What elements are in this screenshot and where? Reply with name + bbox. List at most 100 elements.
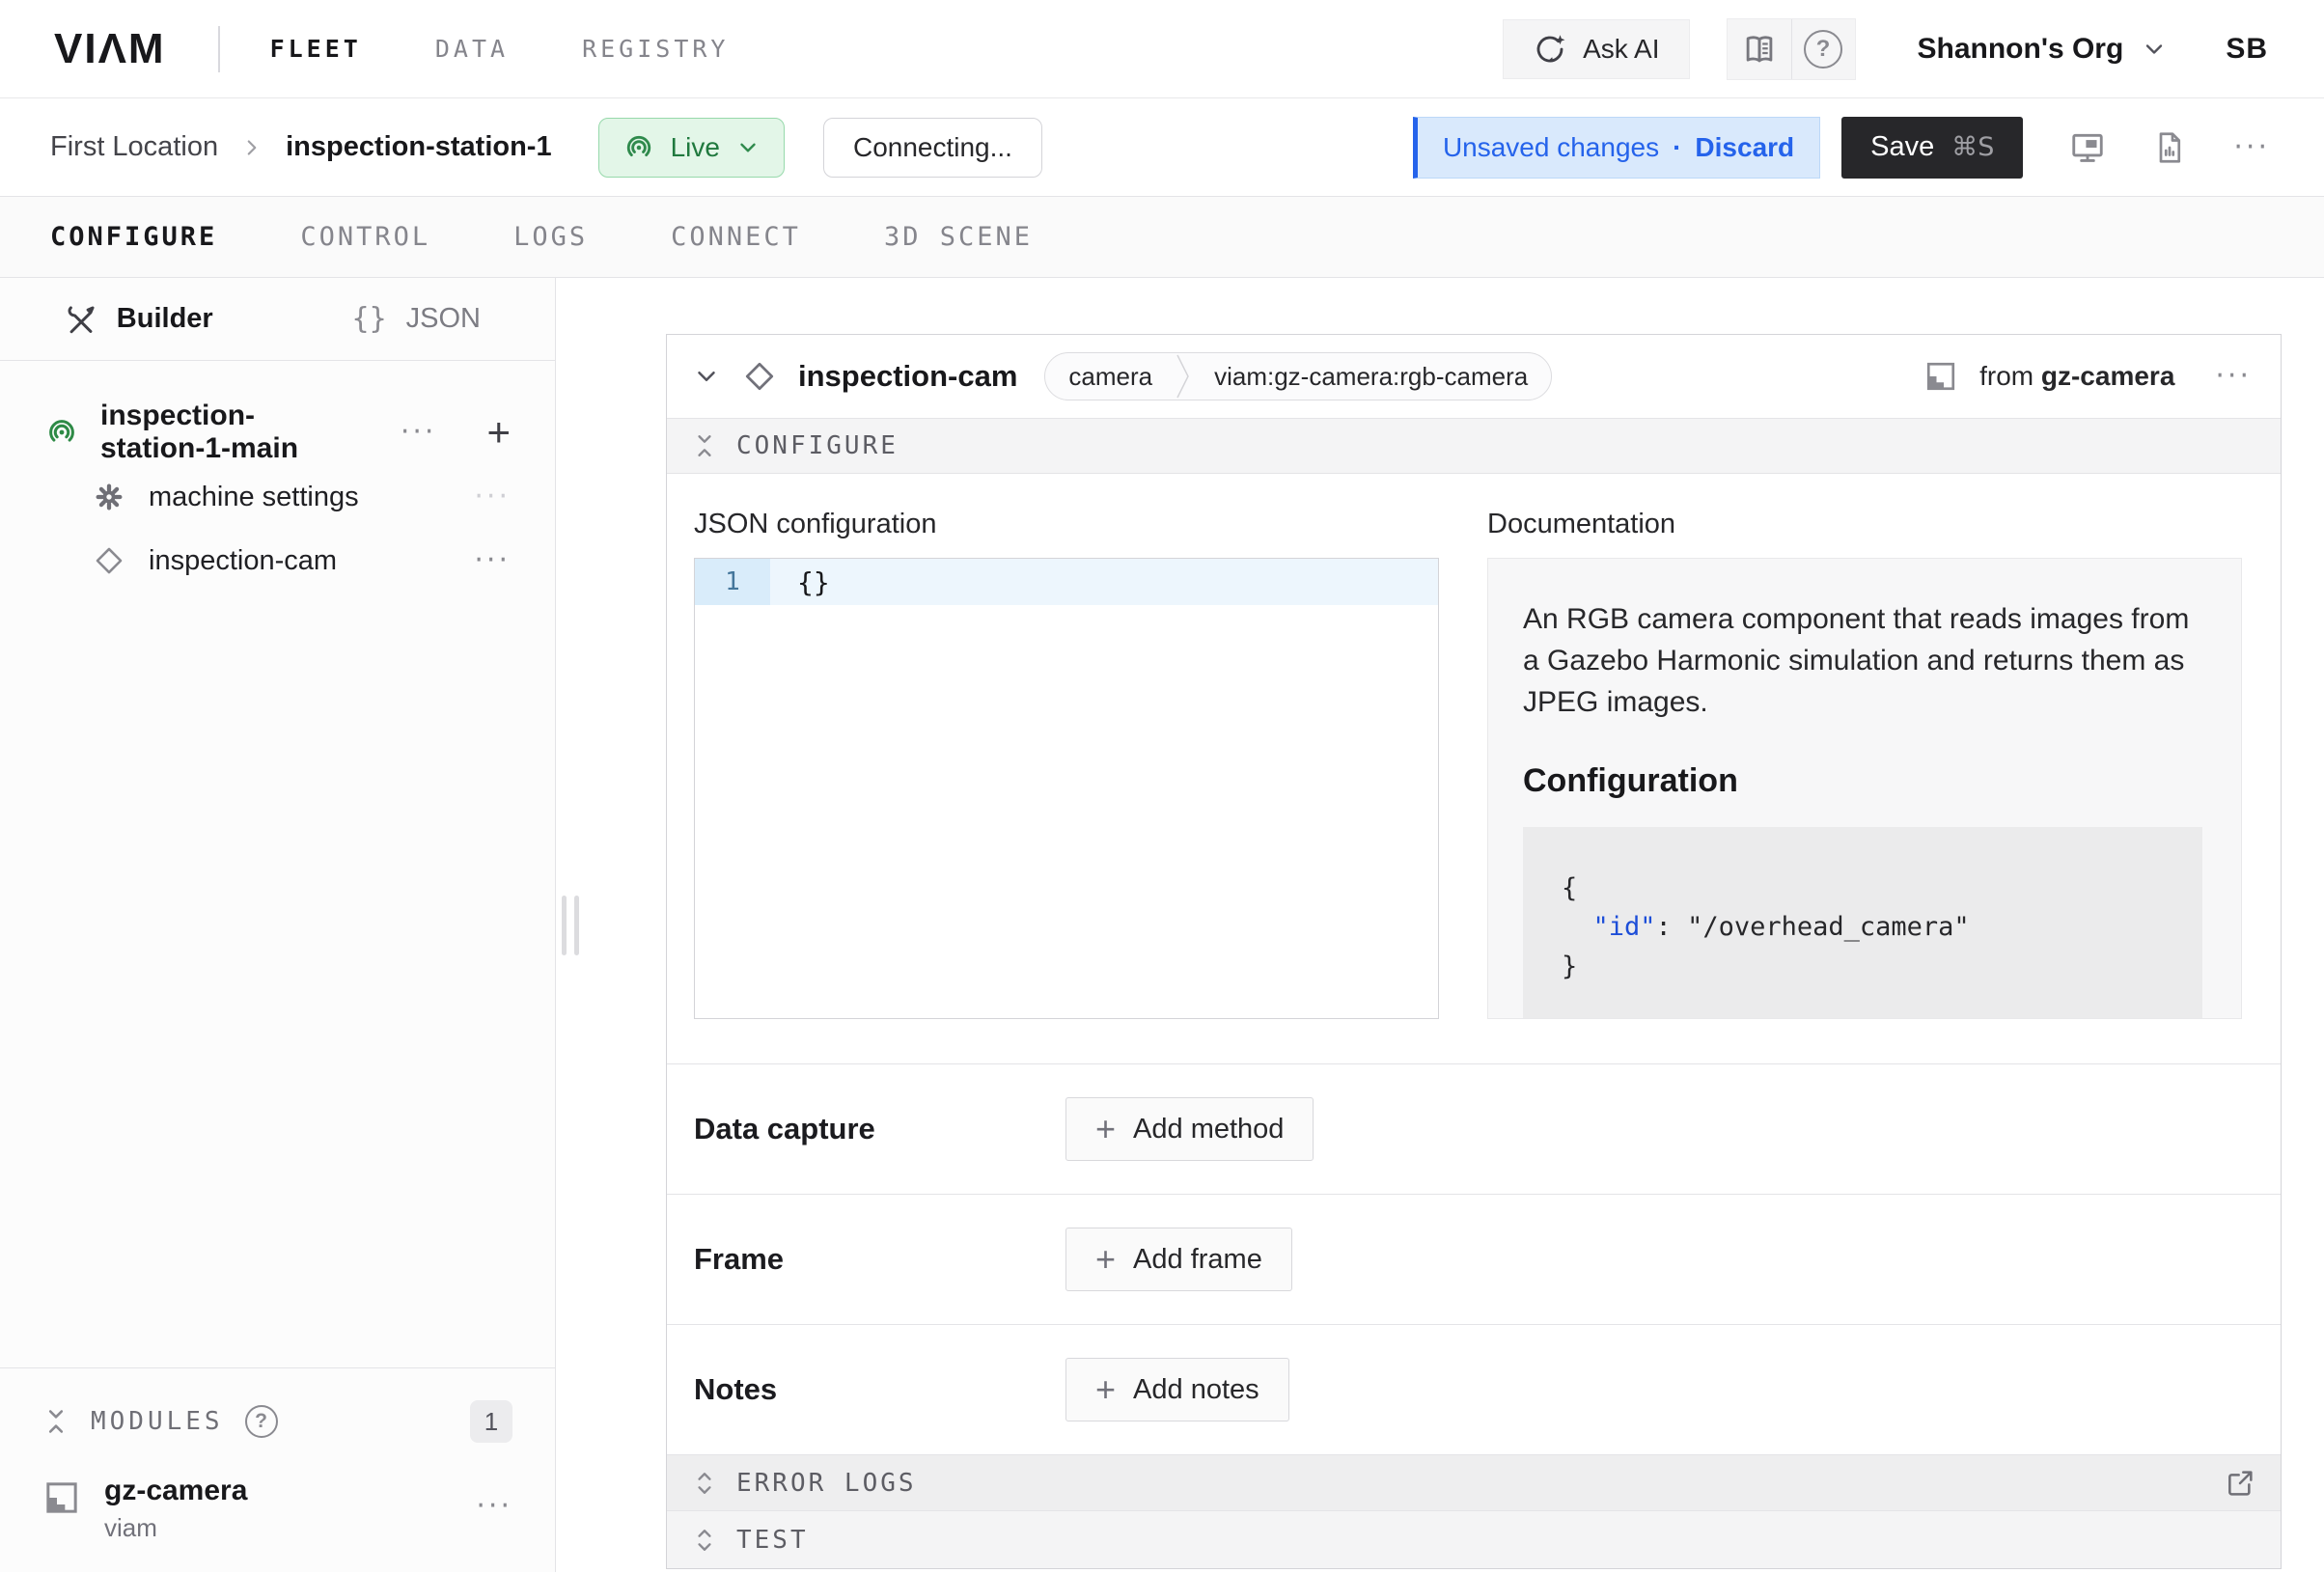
connecting-button[interactable]: Connecting... [823, 118, 1042, 178]
org-switcher[interactable]: Shannon's Org [1918, 33, 2169, 66]
json-mode-label: JSON [406, 303, 481, 335]
save-button[interactable]: Save ⌘S [1841, 117, 2023, 179]
inspection-cam-menu-ellipsis[interactable]: ··· [474, 546, 511, 575]
tab-logs[interactable]: LOGS [513, 222, 588, 252]
modules-title: MODULES [91, 1407, 224, 1436]
save-label: Save [1870, 131, 1934, 163]
json-config-editor[interactable]: 1 {} [694, 558, 1439, 1019]
help-button[interactable]: ? [1791, 19, 1855, 79]
unsaved-separator: · [1673, 132, 1681, 163]
app-header: VIΛM FLEET DATA REGISTRY Ask AI [0, 0, 2324, 98]
plus-icon: + [1095, 1242, 1116, 1277]
module-menu-ellipsis[interactable]: ··· [476, 1492, 512, 1521]
module-list-item[interactable]: gz-camera viam ··· [0, 1449, 555, 1543]
modules-count-badge: 1 [470, 1400, 512, 1443]
discard-link[interactable]: Discard [1695, 132, 1794, 163]
header-divider [218, 26, 220, 72]
expand-icon [692, 1528, 717, 1553]
ask-ai-label: Ask AI [1583, 34, 1659, 65]
component-tree: inspection-station-1-main ··· + [0, 361, 555, 1367]
ask-ai-button[interactable]: Ask AI [1503, 19, 1689, 79]
top-nav: FLEET DATA REGISTRY [270, 35, 730, 63]
avatar[interactable]: SB [2226, 33, 2268, 66]
badge-separator-icon [1176, 353, 1191, 400]
notes-label: Notes [694, 1372, 1065, 1407]
help-icon: ? [1804, 30, 1842, 69]
viam-logo[interactable]: VIΛM [54, 25, 166, 73]
component-type: camera [1045, 353, 1176, 400]
main-content: inspection-cam camera viam:gz-camera:rgb… [556, 278, 2324, 1572]
unsaved-changes-label: Unsaved changes [1443, 132, 1659, 163]
sidebar-resize-handle[interactable] [562, 896, 579, 955]
nav-item-registry[interactable]: REGISTRY [582, 35, 729, 63]
editor-code-line: {} [770, 559, 1438, 605]
builder-mode-button[interactable]: Builder [0, 278, 278, 360]
tree-item-machine-settings[interactable]: machine settings ··· [0, 465, 555, 529]
braces-icon: {} [352, 302, 387, 336]
chevron-down-icon [735, 135, 761, 160]
connecting-label: Connecting... [853, 132, 1012, 163]
add-frame-button[interactable]: + Add frame [1065, 1228, 1292, 1291]
plus-icon: + [1095, 1372, 1116, 1407]
nav-item-fleet[interactable]: FLEET [270, 35, 362, 63]
machine-menu-ellipsis[interactable]: ··· [2233, 133, 2270, 162]
save-shortcut: ⌘S [1951, 132, 1994, 162]
tree-item-main-part[interactable]: inspection-station-1-main ··· + [0, 400, 555, 465]
component-menu-ellipsis[interactable]: ··· [2215, 362, 2252, 391]
plus-icon: + [1095, 1112, 1116, 1146]
component-name: inspection-cam [798, 359, 1017, 394]
broadcast-icon [622, 131, 655, 164]
add-method-button[interactable]: + Add method [1065, 1097, 1314, 1161]
tab-3d-scene[interactable]: 3D SCENE [884, 222, 1033, 252]
add-notes-button[interactable]: + Add notes [1065, 1358, 1289, 1421]
machine-bar: First Location inspection-station-1 Live… [0, 98, 2324, 197]
test-section-bar[interactable]: TEST [667, 1510, 2281, 1568]
machine-settings-label: machine settings [149, 482, 359, 513]
tab-control[interactable]: CONTROL [300, 222, 430, 252]
docs-button[interactable] [1728, 19, 1791, 79]
book-icon [1741, 31, 1778, 68]
error-logs-section-bar[interactable]: ERROR LOGS [667, 1454, 2281, 1510]
documentation-panel[interactable]: An RGB camera component that reads image… [1487, 558, 2242, 1019]
main-part-menu-ellipsis[interactable]: ··· [401, 418, 437, 447]
tree-item-inspection-cam[interactable]: inspection-cam ··· [0, 529, 555, 593]
remote-view-icon[interactable] [2069, 129, 2106, 166]
tab-configure[interactable]: CONFIGURE [50, 222, 217, 252]
report-icon[interactable] [2152, 130, 2187, 165]
collapse-icon[interactable] [42, 1408, 69, 1435]
documentation-configuration-heading: Configuration [1523, 762, 2202, 800]
breadcrumb-machine: inspection-station-1 [286, 131, 552, 163]
chevron-down-icon [2141, 36, 2168, 63]
json-mode-button[interactable]: {} JSON [278, 278, 556, 360]
add-component-button[interactable]: + [486, 412, 511, 453]
tab-connect[interactable]: CONNECT [671, 222, 801, 252]
notes-section: Notes + Add notes [667, 1324, 2281, 1454]
nav-item-data[interactable]: DATA [435, 35, 509, 63]
configure-section-bar[interactable]: CONFIGURE [667, 418, 2281, 474]
help-icon-group: ? [1727, 18, 1856, 80]
data-capture-section: Data capture + Add method [667, 1063, 2281, 1194]
external-link-icon[interactable] [2225, 1468, 2255, 1499]
org-name: Shannon's Org [1918, 33, 2124, 66]
data-capture-label: Data capture [694, 1112, 1065, 1146]
breadcrumb-location[interactable]: First Location [50, 131, 218, 163]
from-module-name[interactable]: gz-camera [2041, 361, 2175, 391]
tools-icon [65, 303, 97, 336]
gear-icon [93, 481, 125, 513]
configure-section-body: JSON configuration 1 {} Documentation An… [667, 474, 2281, 1063]
error-logs-label: ERROR LOGS [736, 1469, 917, 1498]
modules-help-icon[interactable]: ? [245, 1405, 278, 1438]
builder-mode-label: Builder [117, 303, 213, 335]
code-value: "/overhead_camera" [1687, 912, 1970, 942]
modules-panel: MODULES ? 1 gz-camera viam ··· [0, 1367, 555, 1572]
view-mode-toggle: Builder {} JSON [0, 278, 555, 361]
module-icon [1923, 359, 1958, 394]
config-sidebar: Builder {} JSON inspection-station-1-mai… [0, 278, 556, 1572]
documentation-label: Documentation [1487, 509, 2242, 540]
component-type-badge: camera viam:gz-camera:rgb-camera [1044, 352, 1552, 400]
chevron-down-icon[interactable] [692, 362, 721, 391]
breadcrumb-separator-icon [239, 135, 264, 160]
module-icon [42, 1478, 81, 1517]
live-status-button[interactable]: Live [598, 118, 785, 178]
machine-settings-menu-ellipsis[interactable]: ··· [474, 483, 511, 511]
